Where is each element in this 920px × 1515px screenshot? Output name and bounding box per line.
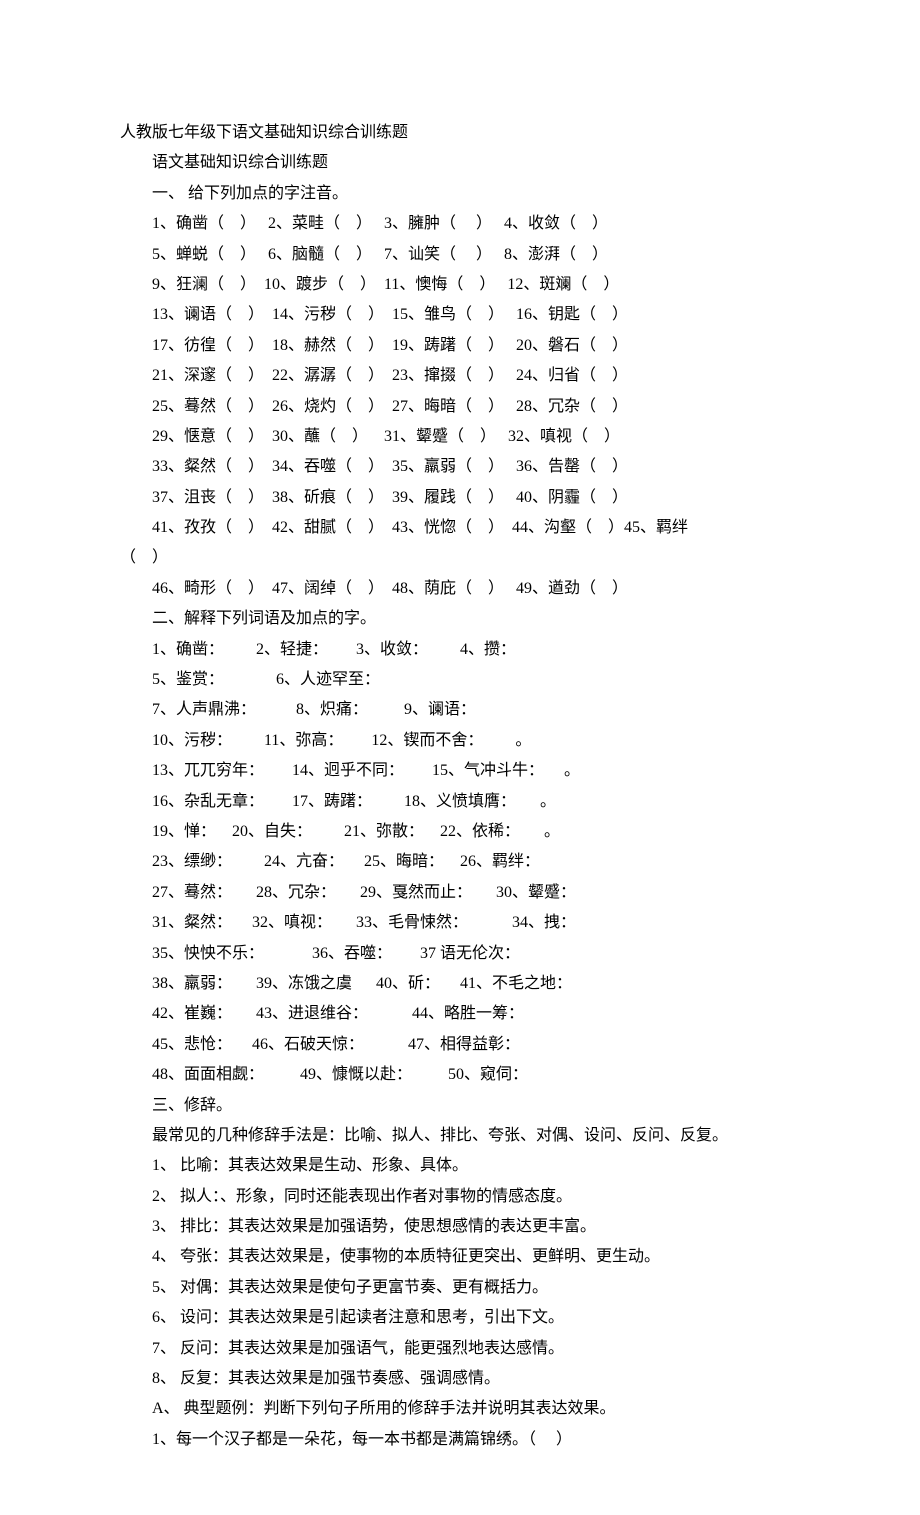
s3-item-1: 1、 比喻：其表达效果是生动、形象、具体。 <box>120 1151 800 1181</box>
s2-line-3: 7、人声鼎沸： 8、炽痛： 9、谰语： <box>120 695 800 725</box>
s1-line-1: 1、确凿（ ） 2、菜畦（ ） 3、臃肿（ ） 4、收敛（ ） <box>120 209 800 239</box>
s3-item-7: 7、 反问：其表达效果是加强语气，能更强烈地表达感情。 <box>120 1334 800 1364</box>
s3-example-A: A、 典型题例：判断下列句子所用的修辞手法并说明其表达效果。 <box>120 1394 800 1424</box>
s1-line-2: 5、蝉蜕（ ） 6、脑髓（ ） 7、讪笑（ ） 8、澎湃（ ） <box>120 240 800 270</box>
s1-line-7: 25、蓦然（ ） 26、烧灼（ ） 27、晦暗（ ） 28、冗杂（ ） <box>120 392 800 422</box>
s2-line-4: 10、污秽： 11、弥高： 12、锲而不舍： 。 <box>120 726 800 756</box>
s1-line-11b: （ ） <box>120 543 800 573</box>
s3-item-8: 8、 反复：其表达效果是加强节奏感、强调感情。 <box>120 1364 800 1394</box>
s2-line-5: 13、兀兀穷年： 14、迥乎不同： 15、气冲斗牛： 。 <box>120 756 800 786</box>
s2-line-10: 31、粲然： 32、嗔视： 33、毛骨悚然： 34、拽： <box>120 908 800 938</box>
s2-line-9: 27、蓦然： 28、冗杂： 29、戛然而止： 30、颦蹙： <box>120 878 800 908</box>
s2-line-2: 5、鉴赏： 6、人迹罕至： <box>120 665 800 695</box>
s3-item-5: 5、 对偶：其表达效果是使句子更富节奏、更有概括力。 <box>120 1273 800 1303</box>
s1-line-9: 33、粲然（ ） 34、吞噬（ ） 35、羸弱（ ） 36、告罄（ ） <box>120 452 800 482</box>
s2-line-15: 48、面面相觑： 49、慷慨以赴： 50、窥伺： <box>120 1060 800 1090</box>
s2-line-6: 16、杂乱无章： 17、踌躇： 18、义愤填膺： 。 <box>120 787 800 817</box>
section-3-heading: 三、修辞。 <box>120 1091 800 1121</box>
s1-line-5: 17、彷徨（ ） 18、赫然（ ） 19、踌躇（ ） 20、磐石（ ） <box>120 331 800 361</box>
doc-subtitle: 语文基础知识综合训练题 <box>120 148 800 178</box>
s2-line-1: 1、确凿： 2、轻捷： 3、收敛： 4、攒： <box>120 635 800 665</box>
s1-line-12: 46、畸形（ ） 47、阔绰（ ） 48、荫庇（ ） 49、遒劲（ ） <box>120 574 800 604</box>
s2-line-14: 45、悲怆： 46、石破天惊： 47、相得益彰： <box>120 1030 800 1060</box>
s1-line-8: 29、惬意（ ） 30、蘸（ ） 31、颦蹙（ ） 32、嗔视（ ） <box>120 422 800 452</box>
s3-example-1: 1、每一个汉子都是一朵花，每一本书都是满篇锦绣。（ ） <box>120 1425 800 1455</box>
s2-line-7: 19、惮： 20、自失： 21、弥散： 22、依稀： 。 <box>120 817 800 847</box>
s3-item-4: 4、 夸张：其表达效果是，使事物的本质特征更突出、更鲜明、更生动。 <box>120 1242 800 1272</box>
s1-line-11: 41、孜孜（ ） 42、甜腻（ ） 43、恍惚（ ） 44、沟壑（ ）45、羁绊 <box>120 513 800 543</box>
s3-item-3: 3、 排比：其表达效果是加强语势，使思想感情的表达更丰富。 <box>120 1212 800 1242</box>
section-1-heading: 一、 给下列加点的字注音。 <box>120 179 800 209</box>
s1-line-4: 13、谰语（ ） 14、污秽（ ） 15、雏鸟（ ） 16、钥匙（ ） <box>120 300 800 330</box>
s3-intro: 最常见的几种修辞手法是：比喻、拟人、排比、夸张、对偶、设问、反问、反复。 <box>120 1121 800 1151</box>
doc-title: 人教版七年级下语文基础知识综合训练题 <box>120 118 800 148</box>
s2-line-12: 38、羸弱： 39、冻饿之虞 40、斫： 41、不毛之地： <box>120 969 800 999</box>
s2-line-8: 23、缥缈： 24、亢奋： 25、晦暗： 26、羁绊： <box>120 847 800 877</box>
s1-line-6: 21、深邃（ ） 22、潺潺（ ） 23、撺掇（ ） 24、归省（ ） <box>120 361 800 391</box>
s2-line-13: 42、崔巍： 43、进退维谷： 44、略胜一筹： <box>120 999 800 1029</box>
s3-item-6: 6、 设问：其表达效果是引起读者注意和思考，引出下文。 <box>120 1303 800 1333</box>
s2-line-11: 35、怏怏不乐： 36、吞噬： 37 语无伦次： <box>120 939 800 969</box>
s3-item-2: 2、 拟人：、形象，同时还能表现出作者对事物的情感态度。 <box>120 1182 800 1212</box>
s1-line-3: 9、狂澜（ ） 10、踱步（ ） 11、懊悔（ ） 12、斑斓（ ） <box>120 270 800 300</box>
section-2-heading: 二、解释下列词语及加点的字。 <box>120 604 800 634</box>
document-page: 人教版七年级下语文基础知识综合训练题 语文基础知识综合训练题 一、 给下列加点的… <box>0 0 920 1515</box>
s1-line-10: 37、沮丧（ ） 38、斫痕（ ） 39、履践（ ） 40、阴霾（ ） <box>120 483 800 513</box>
